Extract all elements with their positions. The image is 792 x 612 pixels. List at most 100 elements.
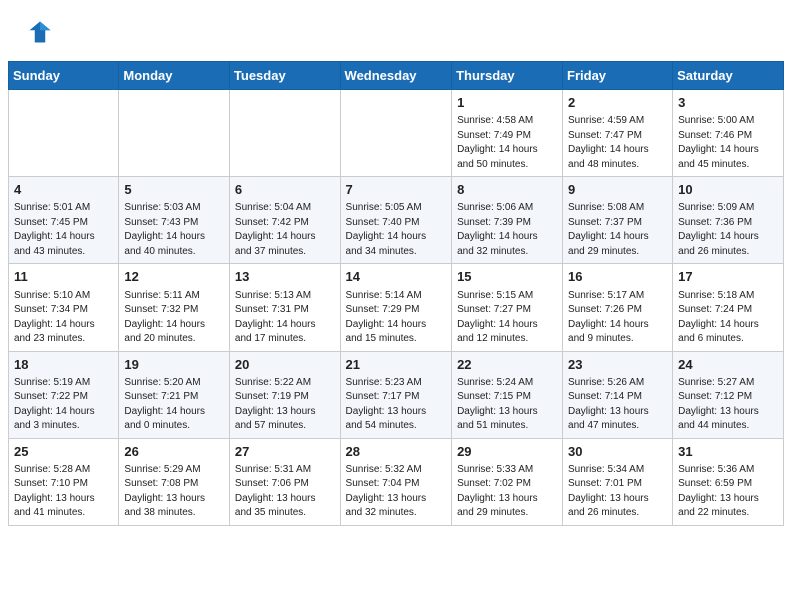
- day-info: Sunrise: 5:00 AM Sunset: 7:46 PM Dayligh…: [678, 114, 778, 172]
- calendar-cell: 24 Sunrise: 5:27 AM Sunset: 7:12 PM Dayli…: [673, 351, 784, 438]
- day-number: 13: [235, 268, 335, 286]
- calendar-cell: 1 Sunrise: 4:58 AM Sunset: 7:49 PM Daylig…: [452, 90, 563, 177]
- day-info: Sunrise: 5:27 AM Sunset: 7:12 PM Dayligh…: [678, 376, 778, 434]
- day-header-wednesday: Wednesday: [340, 62, 452, 90]
- day-header-monday: Monday: [119, 62, 230, 90]
- calendar-cell: 30 Sunrise: 5:34 AM Sunset: 7:01 PM Dayli…: [563, 438, 673, 525]
- day-number: 28: [346, 443, 447, 461]
- calendar-cell: 23 Sunrise: 5:26 AM Sunset: 7:14 PM Dayli…: [563, 351, 673, 438]
- calendar-cell: 22Sunrise: 5:24 AM Sunset: 7:15 PM Dayli…: [452, 351, 563, 438]
- calendar-cell: 4 Sunrise: 5:01 AM Sunset: 7:45 PM Daylig…: [9, 177, 119, 264]
- day-info: Sunrise: 5:10 AM Sunset: 7:34 PM Dayligh…: [14, 289, 113, 347]
- day-number: 31: [678, 443, 778, 461]
- calendar-cell: 13 Sunrise: 5:13 AM Sunset: 7:31 PM Dayli…: [229, 264, 340, 351]
- calendar-cell: 3Sunrise: 5:00 AM Sunset: 7:46 PM Daylig…: [673, 90, 784, 177]
- calendar-cell: 6 Sunrise: 5:04 AM Sunset: 7:42 PM Daylig…: [229, 177, 340, 264]
- calendar-week-1: 1 Sunrise: 4:58 AM Sunset: 7:49 PM Daylig…: [9, 90, 784, 177]
- calendar-cell: 9 Sunrise: 5:08 AM Sunset: 7:37 PM Daylig…: [563, 177, 673, 264]
- day-info: Sunrise: 5:26 AM Sunset: 7:14 PM Dayligh…: [568, 376, 667, 434]
- day-info: Sunrise: 5:17 AM Sunset: 7:26 PM Dayligh…: [568, 289, 667, 347]
- day-number: 5: [124, 181, 224, 199]
- day-number: 14: [346, 268, 447, 286]
- day-info: Sunrise: 5:32 AM Sunset: 7:04 PM Dayligh…: [346, 463, 447, 521]
- calendar-cell: 5 Sunrise: 5:03 AM Sunset: 7:43 PM Daylig…: [119, 177, 230, 264]
- day-number: 17: [678, 268, 778, 286]
- calendar-cell: 21Sunrise: 5:23 AM Sunset: 7:17 PM Dayli…: [340, 351, 452, 438]
- day-info: Sunrise: 5:08 AM Sunset: 7:37 PM Dayligh…: [568, 201, 667, 259]
- calendar-cell: 2Sunrise: 4:59 AM Sunset: 7:47 PM Daylig…: [563, 90, 673, 177]
- day-header-friday: Friday: [563, 62, 673, 90]
- day-of-week-row: SundayMondayTuesdayWednesdayThursdayFrid…: [9, 62, 784, 90]
- calendar-cell: [119, 90, 230, 177]
- day-info: Sunrise: 5:04 AM Sunset: 7:42 PM Dayligh…: [235, 201, 335, 259]
- day-number: 24: [678, 356, 778, 374]
- day-number: 27: [235, 443, 335, 461]
- calendar-week-5: 25 Sunrise: 5:28 AM Sunset: 7:10 PM Dayli…: [9, 438, 784, 525]
- day-info: Sunrise: 5:15 AM Sunset: 7:27 PM Dayligh…: [457, 289, 557, 347]
- calendar-cell: 7 Sunrise: 5:05 AM Sunset: 7:40 PM Daylig…: [340, 177, 452, 264]
- day-number: 25: [14, 443, 113, 461]
- day-info: Sunrise: 5:20 AM Sunset: 7:21 PM Dayligh…: [124, 376, 224, 434]
- day-number: 6: [235, 181, 335, 199]
- day-info: Sunrise: 5:33 AM Sunset: 7:02 PM Dayligh…: [457, 463, 557, 521]
- day-info: Sunrise: 5:11 AM Sunset: 7:32 PM Dayligh…: [124, 289, 224, 347]
- day-number: 29: [457, 443, 557, 461]
- day-info: Sunrise: 5:01 AM Sunset: 7:45 PM Dayligh…: [14, 201, 113, 259]
- day-info: Sunrise: 5:31 AM Sunset: 7:06 PM Dayligh…: [235, 463, 335, 521]
- day-info: Sunrise: 5:22 AM Sunset: 7:19 PM Dayligh…: [235, 376, 335, 434]
- day-info: Sunrise: 5:28 AM Sunset: 7:10 PM Dayligh…: [14, 463, 113, 521]
- calendar-cell: 11Sunrise: 5:10 AM Sunset: 7:34 PM Dayli…: [9, 264, 119, 351]
- day-info: Sunrise: 5:13 AM Sunset: 7:31 PM Dayligh…: [235, 289, 335, 347]
- calendar-week-4: 18 Sunrise: 5:19 AM Sunset: 7:22 PM Dayli…: [9, 351, 784, 438]
- day-number: 1: [457, 94, 557, 112]
- day-info: Sunrise: 5:29 AM Sunset: 7:08 PM Dayligh…: [124, 463, 224, 521]
- calendar-wrapper: SundayMondayTuesdayWednesdayThursdayFrid…: [0, 61, 792, 534]
- calendar-cell: 19 Sunrise: 5:20 AM Sunset: 7:21 PM Dayli…: [119, 351, 230, 438]
- day-number: 2: [568, 94, 667, 112]
- calendar-table: SundayMondayTuesdayWednesdayThursdayFrid…: [8, 61, 784, 526]
- day-info: Sunrise: 5:05 AM Sunset: 7:40 PM Dayligh…: [346, 201, 447, 259]
- day-header-tuesday: Tuesday: [229, 62, 340, 90]
- calendar-cell: [340, 90, 452, 177]
- calendar-cell: 29 Sunrise: 5:33 AM Sunset: 7:02 PM Dayli…: [452, 438, 563, 525]
- calendar-cell: [229, 90, 340, 177]
- day-number: 22: [457, 356, 557, 374]
- calendar-cell: 12 Sunrise: 5:11 AM Sunset: 7:32 PM Dayli…: [119, 264, 230, 351]
- day-number: 18: [14, 356, 113, 374]
- calendar-cell: 17Sunrise: 5:18 AM Sunset: 7:24 PM Dayli…: [673, 264, 784, 351]
- day-number: 12: [124, 268, 224, 286]
- calendar-cell: 8Sunrise: 5:06 AM Sunset: 7:39 PM Daylig…: [452, 177, 563, 264]
- day-number: 16: [568, 268, 667, 286]
- calendar-cell: 31 Sunrise: 5:36 AM Sunset: 6:59 PM Dayli…: [673, 438, 784, 525]
- calendar-cell: 18 Sunrise: 5:19 AM Sunset: 7:22 PM Dayli…: [9, 351, 119, 438]
- day-info: Sunrise: 5:03 AM Sunset: 7:43 PM Dayligh…: [124, 201, 224, 259]
- day-number: 19: [124, 356, 224, 374]
- day-info: Sunrise: 5:36 AM Sunset: 6:59 PM Dayligh…: [678, 463, 778, 521]
- day-number: 4: [14, 181, 113, 199]
- day-number: 15: [457, 268, 557, 286]
- day-info: Sunrise: 5:34 AM Sunset: 7:01 PM Dayligh…: [568, 463, 667, 521]
- logo-icon: [26, 18, 54, 46]
- day-number: 7: [346, 181, 447, 199]
- day-header-thursday: Thursday: [452, 62, 563, 90]
- calendar-cell: 14Sunrise: 5:14 AM Sunset: 7:29 PM Dayli…: [340, 264, 452, 351]
- calendar-cell: 26 Sunrise: 5:29 AM Sunset: 7:08 PM Dayli…: [119, 438, 230, 525]
- calendar-cell: 25 Sunrise: 5:28 AM Sunset: 7:10 PM Dayli…: [9, 438, 119, 525]
- day-number: 20: [235, 356, 335, 374]
- day-number: 26: [124, 443, 224, 461]
- day-info: Sunrise: 4:58 AM Sunset: 7:49 PM Dayligh…: [457, 114, 557, 172]
- calendar-body: 1 Sunrise: 4:58 AM Sunset: 7:49 PM Daylig…: [9, 90, 784, 526]
- day-number: 23: [568, 356, 667, 374]
- day-header-saturday: Saturday: [673, 62, 784, 90]
- header: [0, 0, 792, 61]
- day-header-sunday: Sunday: [9, 62, 119, 90]
- calendar-cell: 16 Sunrise: 5:17 AM Sunset: 7:26 PM Dayli…: [563, 264, 673, 351]
- day-number: 30: [568, 443, 667, 461]
- day-info: Sunrise: 5:09 AM Sunset: 7:36 PM Dayligh…: [678, 201, 778, 259]
- calendar-cell: 27 Sunrise: 5:31 AM Sunset: 7:06 PM Dayli…: [229, 438, 340, 525]
- day-number: 21: [346, 356, 447, 374]
- calendar-week-3: 11Sunrise: 5:10 AM Sunset: 7:34 PM Dayli…: [9, 264, 784, 351]
- day-number: 10: [678, 181, 778, 199]
- day-info: Sunrise: 5:19 AM Sunset: 7:22 PM Dayligh…: [14, 376, 113, 434]
- day-number: 9: [568, 181, 667, 199]
